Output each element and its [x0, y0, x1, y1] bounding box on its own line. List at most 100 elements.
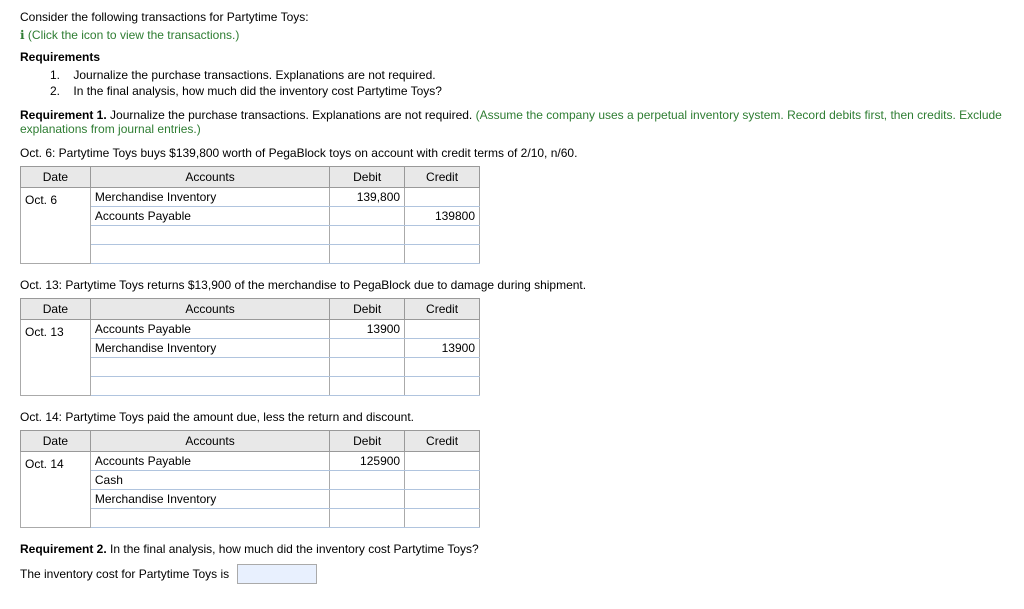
credit-cell-2-4[interactable] — [405, 377, 480, 396]
debit-input-2-4[interactable] — [330, 377, 404, 395]
credit-cell-3-3[interactable] — [405, 490, 480, 509]
account-input-3-3[interactable] — [91, 490, 329, 508]
icon-link[interactable]: (Click the icon to view the transactions… — [28, 28, 239, 42]
debit-input-3-4[interactable] — [330, 509, 404, 527]
account-cell-2-3[interactable] — [90, 358, 329, 377]
credit-input-2-3[interactable] — [405, 358, 479, 376]
req-1-text: Journalize the purchase transactions. Ex… — [73, 68, 435, 82]
journal-table-1: Date Accounts Debit Credit Oct. 6 — [20, 166, 480, 264]
credit-cell-2-2[interactable] — [405, 339, 480, 358]
transaction1-label: Oct. 6: Partytime Toys buys $139,800 wor… — [20, 146, 1004, 160]
account-input-2-2[interactable] — [91, 339, 329, 357]
debit-input-1-2[interactable] — [330, 207, 404, 225]
date-cell-2: Oct. 13 — [21, 320, 91, 396]
credit-input-1-2[interactable] — [405, 207, 479, 225]
credit-input-1-3[interactable] — [405, 226, 479, 244]
account-input-1-1[interactable] — [91, 188, 329, 206]
credit-input-2-2[interactable] — [405, 339, 479, 357]
answer-input[interactable] — [237, 564, 317, 584]
credit-cell-3-2[interactable] — [405, 471, 480, 490]
debit-cell-1-1[interactable] — [330, 188, 405, 207]
account-cell-2-2[interactable] — [90, 339, 329, 358]
credit-cell-2-3[interactable] — [405, 358, 480, 377]
debit-input-2-2[interactable] — [330, 339, 404, 357]
debit-input-1-4[interactable] — [330, 245, 404, 263]
account-input-2-1[interactable] — [91, 320, 329, 338]
account-cell-3-4[interactable] — [90, 509, 329, 528]
requirement-2-item: 2. In the final analysis, how much did t… — [40, 84, 1004, 98]
req2-label: Requirement 2. In the final analysis, ho… — [20, 542, 1004, 556]
account-input-1-3[interactable] — [91, 226, 329, 244]
credit-cell-2-1[interactable] — [405, 320, 480, 339]
consider-text: Consider the following transactions for … — [20, 10, 1004, 24]
account-input-1-4[interactable] — [91, 245, 329, 263]
account-cell-1-4[interactable] — [90, 245, 329, 264]
credit-cell-1-3[interactable] — [405, 226, 480, 245]
debit-cell-1-4[interactable] — [330, 245, 405, 264]
col-header-credit-3: Credit — [405, 431, 480, 452]
col-header-debit-1: Debit — [330, 167, 405, 188]
credit-cell-1-2[interactable] — [405, 207, 480, 226]
credit-input-3-4[interactable] — [405, 509, 479, 527]
col-header-credit-1: Credit — [405, 167, 480, 188]
credit-input-3-3[interactable] — [405, 490, 479, 508]
debit-input-3-1[interactable] — [330, 452, 404, 470]
account-cell-1-3[interactable] — [90, 226, 329, 245]
debit-cell-2-1[interactable] — [330, 320, 405, 339]
req2-label-bold: Requirement 2. — [20, 542, 107, 556]
info-icon: ℹ — [20, 28, 28, 42]
credit-input-1-4[interactable] — [405, 245, 479, 263]
debit-cell-1-2[interactable] — [330, 207, 405, 226]
req2-label-text: In the final analysis, how much did the … — [110, 542, 479, 556]
debit-cell-1-3[interactable] — [330, 226, 405, 245]
account-cell-1-2[interactable] — [90, 207, 329, 226]
account-cell-3-3[interactable] — [90, 490, 329, 509]
account-cell-2-1[interactable] — [90, 320, 329, 339]
account-input-1-2[interactable] — [91, 207, 329, 225]
account-cell-1-1[interactable] — [90, 188, 329, 207]
account-cell-2-4[interactable] — [90, 377, 329, 396]
credit-cell-3-4[interactable] — [405, 509, 480, 528]
requirements-section: Requirements 1. Journalize the purchase … — [20, 50, 1004, 98]
account-input-3-1[interactable] — [91, 452, 329, 470]
journal-table-3: Date Accounts Debit Credit Oct. 14 — [20, 430, 480, 528]
credit-cell-1-4[interactable] — [405, 245, 480, 264]
debit-input-2-3[interactable] — [330, 358, 404, 376]
credit-cell-1-1[interactable] — [405, 188, 480, 207]
account-cell-3-1[interactable] — [90, 452, 329, 471]
credit-cell-3-1[interactable] — [405, 452, 480, 471]
debit-cell-3-4[interactable] — [330, 509, 405, 528]
credit-input-2-4[interactable] — [405, 377, 479, 395]
credit-input-2-1[interactable] — [405, 320, 479, 338]
debit-cell-2-2[interactable] — [330, 339, 405, 358]
debit-input-1-3[interactable] — [330, 226, 404, 244]
debit-cell-3-3[interactable] — [330, 490, 405, 509]
col-header-accounts-1: Accounts — [90, 167, 329, 188]
col-header-date-1: Date — [21, 167, 91, 188]
debit-cell-2-3[interactable] — [330, 358, 405, 377]
req-2-text: In the final analysis, how much did the … — [73, 84, 442, 98]
account-cell-3-2[interactable] — [90, 471, 329, 490]
debit-input-1-1[interactable] — [330, 188, 404, 206]
debit-cell-3-2[interactable] — [330, 471, 405, 490]
debit-input-3-2[interactable] — [330, 471, 404, 489]
req-1-num: 1. — [50, 68, 60, 82]
debit-cell-3-1[interactable] — [330, 452, 405, 471]
debit-cell-2-4[interactable] — [330, 377, 405, 396]
req-2-num: 2. — [50, 84, 60, 98]
final-answer-row: The inventory cost for Partytime Toys is — [20, 564, 1004, 584]
transaction3-label: Oct. 14: Partytime Toys paid the amount … — [20, 410, 1004, 424]
account-input-3-4[interactable] — [91, 509, 329, 527]
date-cell-1: Oct. 6 — [21, 188, 91, 264]
account-input-2-3[interactable] — [91, 358, 329, 376]
account-input-2-4[interactable] — [91, 377, 329, 395]
debit-input-2-1[interactable] — [330, 320, 404, 338]
req1-label: Requirement 1. Journalize the purchase t… — [20, 108, 1004, 136]
table-row: Oct. 13 — [21, 320, 480, 339]
debit-input-3-3[interactable] — [330, 490, 404, 508]
credit-input-3-2[interactable] — [405, 471, 479, 489]
table-row: Oct. 14 — [21, 452, 480, 471]
credit-input-1-1[interactable] — [405, 188, 479, 206]
account-input-3-2[interactable] — [91, 471, 329, 489]
credit-input-3-1[interactable] — [405, 452, 479, 470]
